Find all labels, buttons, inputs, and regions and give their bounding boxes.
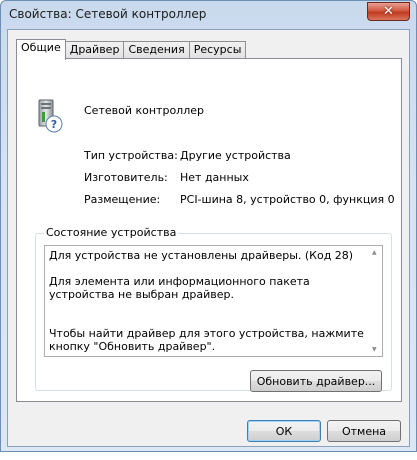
- status-line: Для элемента или информационного пакета …: [49, 275, 310, 301]
- tab-general[interactable]: Общие: [16, 39, 66, 60]
- scroll-up-icon[interactable]: ▲: [372, 249, 377, 256]
- device-name: Сетевой контроллер: [84, 104, 204, 117]
- svg-text:?: ?: [51, 118, 57, 131]
- close-button[interactable]: ✕: [367, 2, 410, 21]
- properties-window: Свойства: Сетевой контроллер ✕ Общие Дра…: [0, 0, 417, 452]
- manufacturer-label: Изготовитель:: [84, 171, 168, 184]
- update-driver-button[interactable]: Обновить драйвер...: [250, 370, 382, 392]
- location-label: Размещение:: [84, 193, 161, 206]
- status-line: [49, 301, 367, 314]
- tab-strip: Общие Драйвер Сведения Ресурсы: [16, 39, 247, 60]
- device-status-group: Состояние устройства Для устройства не у…: [35, 226, 392, 392]
- location-value: PCI-шина 8, устройство 0, функция 0: [180, 193, 395, 206]
- manufacturer-value: Нет данных: [180, 171, 249, 184]
- scroll-down-icon[interactable]: ▼: [372, 346, 377, 353]
- unknown-device-icon: ?: [37, 99, 63, 133]
- device-type-label: Тип устройства:: [84, 149, 178, 162]
- general-tab-panel: ? Сетевой контроллер Тип устройства: Дру…: [16, 58, 402, 402]
- device-type-value: Другие устройства: [180, 149, 291, 162]
- close-icon: ✕: [383, 4, 394, 19]
- status-line: Чтобы найти драйвер для этого устройства…: [49, 327, 364, 353]
- dialog-client-area: Общие Драйвер Сведения Ресурсы ? Сетевой…: [7, 29, 410, 447]
- status-scrollbar[interactable]: ▲ ▼: [369, 246, 382, 356]
- status-line: [49, 314, 367, 327]
- status-line: Для устройства не установлены драйверы. …: [49, 249, 354, 262]
- device-status-title: Состояние устройства: [44, 226, 179, 239]
- cancel-button[interactable]: Отмена: [327, 420, 401, 442]
- tab-details[interactable]: Сведения: [123, 41, 190, 59]
- tab-driver[interactable]: Драйвер: [64, 41, 125, 59]
- ok-button[interactable]: ОК: [247, 420, 321, 442]
- device-status-textbox[interactable]: Для устройства не установлены драйверы. …: [44, 245, 383, 357]
- window-title: Свойства: Сетевой контроллер: [9, 7, 207, 21]
- tab-resources[interactable]: Ресурсы: [188, 41, 247, 59]
- title-bar[interactable]: Свойства: Сетевой контроллер ✕: [1, 1, 416, 29]
- status-line: [49, 262, 367, 275]
- status-message: Для устройства не установлены драйверы. …: [49, 249, 367, 353]
